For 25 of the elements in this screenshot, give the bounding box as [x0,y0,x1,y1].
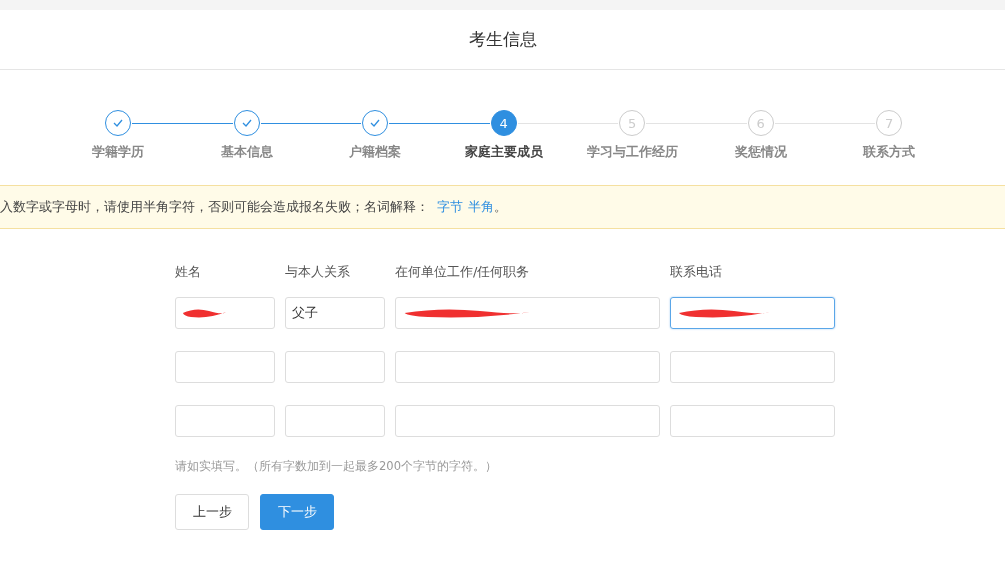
step-label: 基本信息 [220,143,273,161]
check-icon [241,119,252,127]
term-link[interactable]: 字节 [437,198,463,216]
column-label: 与本人关系 [285,263,351,281]
check-icon [113,119,124,127]
step-button[interactable]: 上一步 [175,494,249,530]
input-field[interactable]: 父子 [285,297,385,329]
hint-text: 请如实填写。（所有字数加到一起最多200个字节的字符。） [175,459,498,474]
step-label: 学籍学历 [92,143,145,161]
notice-text: 入数字或字母时，请使用半角字符，否则可能会造成报名失败；名词解释： [0,198,429,216]
step-label: 奖惩情况 [734,143,787,161]
step-button[interactable]: 下一步 [260,494,334,530]
step-indicator: 4 [490,110,517,136]
step-label: 学习与工作经历 [586,143,678,161]
term-link[interactable]: 半角 [468,198,494,216]
step-label: 联系方式 [863,143,916,161]
check-icon [370,119,381,127]
step-label: 家庭主要成员 [464,143,543,161]
step-label: 户籍档案 [349,143,402,161]
column-label: 在何单位工作/任何职务 [395,263,531,281]
page-title: 考生信息 [468,28,537,51]
input-field[interactable] [670,297,835,329]
column-label: 姓名 [175,263,202,281]
notice-end: 。 [494,198,507,216]
column-label: 联系电话 [670,263,723,281]
